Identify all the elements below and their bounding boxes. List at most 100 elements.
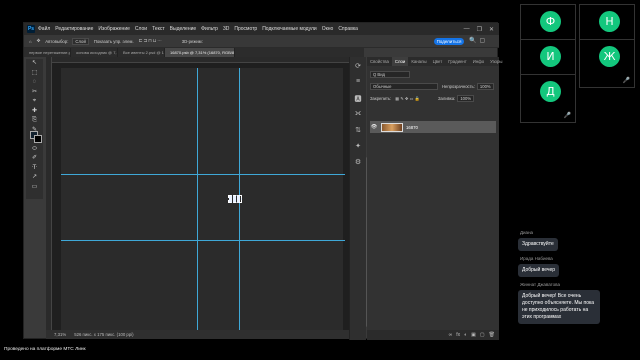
lock-label: Закрепить: — [370, 96, 392, 101]
layer-row[interactable]: 👁 16870 — [370, 121, 496, 133]
paragraph-icon[interactable]: ⟗ — [350, 110, 366, 121]
stamp-tool-icon[interactable]: ⎘ — [26, 116, 43, 126]
quickmask-icon[interactable]: ··· — [26, 163, 43, 173]
tab-info[interactable]: Инфо — [470, 57, 487, 66]
marquee-tool-icon[interactable]: ⬚ — [26, 69, 43, 79]
layer-select-dropdown[interactable]: Слой — [72, 37, 89, 45]
status-bar: 7,31% 526 пикс. x 175 пикс. (100 ppi) — [46, 330, 364, 339]
guide-horizontal[interactable] — [61, 240, 345, 241]
menu-layers[interactable]: Слои — [135, 26, 147, 32]
tab-color[interactable]: Цвет — [430, 57, 446, 66]
menu-filter[interactable]: Фильтр — [201, 26, 218, 32]
eye-icon[interactable]: 👁 — [370, 124, 378, 130]
new-layer-icon[interactable]: ▢ — [480, 332, 485, 338]
menu-edit[interactable]: Редактирование — [55, 26, 93, 32]
group-icon[interactable]: ▣ — [471, 332, 476, 338]
lock-icons[interactable]: ▦ ✎ ✥ ▭ 🔒 — [395, 96, 420, 102]
background-color-swatch[interactable] — [34, 135, 42, 143]
menu-plugins[interactable]: Подключаемые модули — [262, 26, 316, 32]
layer-filter-row: Q Вид — [367, 70, 499, 79]
document-canvas[interactable] — [61, 68, 343, 330]
layer-thumbnail — [381, 122, 403, 132]
autoselect-label[interactable]: Автовыбор: — [45, 39, 68, 44]
tab-patterns[interactable]: Узоры — [487, 57, 505, 66]
menu-view[interactable]: Просмотр — [234, 26, 257, 32]
path-select-tool-icon[interactable]: ↗ — [26, 173, 43, 183]
ruler-top[interactable] — [46, 57, 364, 63]
link-icon[interactable]: ∞ — [449, 332, 453, 338]
guide-horizontal[interactable] — [61, 174, 345, 175]
mic-muted-icon: 🎤 — [563, 113, 571, 119]
selected-layer-content[interactable] — [228, 195, 242, 203]
menu-help[interactable]: Справка — [338, 26, 358, 32]
menu-window[interactable]: Окно — [322, 26, 334, 32]
chat-message: Добрый вечер! Все очень доступно объясня… — [518, 290, 600, 324]
options-bar: ⌂ ✥ Автовыбор: Слой Показать упр. элем. … — [24, 35, 499, 48]
participant-tile[interactable]: Д 🎤 — [520, 74, 576, 123]
avatar: И — [540, 46, 561, 67]
zoom-level[interactable]: 7,31% — [54, 332, 66, 337]
tab-gradient[interactable]: Градиент — [445, 57, 470, 66]
adjustment-icon[interactable]: ◐ — [464, 332, 467, 338]
blend-row: Обычные Непрозрачность: 100% — [367, 82, 499, 91]
options-icons[interactable]: 🔍▢ — [469, 37, 488, 44]
close-button[interactable]: ✕ — [489, 26, 494, 33]
healing-tool-icon[interactable]: ✚ — [26, 107, 43, 117]
crop-tool-icon[interactable]: ✂ — [26, 88, 43, 98]
avatar: Н — [599, 11, 620, 32]
menu-text[interactable]: Текст — [152, 26, 165, 32]
doc-tab[interactable]: первое перетяжение.psd ✕ — [24, 48, 71, 57]
blend-mode-dropdown[interactable]: Обычные — [370, 83, 438, 90]
photoshop-window: Ps Файл Редактирование Изображение Слои … — [23, 22, 502, 340]
home-icon[interactable]: ⌂ — [29, 39, 32, 44]
chat-message: Здравствуйте — [518, 238, 558, 251]
menu-file[interactable]: Файл — [38, 26, 50, 32]
layers-bottom-bar: ∞ fx ◐ ▣ ▢ 🗑 — [367, 330, 499, 340]
align-icons[interactable]: ⊏ ⊐ ⊓ ⊔ ··· — [139, 38, 162, 44]
doc-tab[interactable]: основа исходник @ 7,... — [71, 48, 118, 57]
menu-3d[interactable]: 3D — [223, 26, 229, 32]
adjust-icon[interactable]: ⇅ — [350, 126, 366, 137]
tools-settings-icon[interactable]: ⚙ — [350, 158, 366, 169]
share-button[interactable]: Поделиться — [434, 38, 464, 45]
mode-3d-label: 3D-режим: — [181, 38, 203, 44]
tab-properties[interactable]: Свойства — [367, 57, 392, 66]
avatar: Ф — [540, 11, 561, 32]
minimize-button[interactable]: — — [464, 26, 470, 33]
layer-filter-dropdown[interactable]: Q Вид — [370, 71, 410, 78]
history-icon[interactable]: ⟳ — [350, 62, 366, 73]
chat-message: Добрый вечер — [518, 264, 560, 277]
fx-icon[interactable]: fx — [456, 332, 460, 338]
properties-icon[interactable]: ≡ — [350, 78, 366, 89]
menu-bar: Ps Файл Редактирование Изображение Слои … — [24, 23, 499, 35]
chat-panel: Диана Здравствуйте Ирада Набиева Добрый … — [518, 225, 638, 324]
move-tool-icon[interactable]: ↖ — [26, 59, 43, 69]
show-controls-checkbox[interactable]: Показать упр. элем. — [94, 39, 134, 44]
platform-note: Проведено на платформе МТС Линк — [4, 347, 86, 352]
fill-input[interactable]: 100% — [457, 95, 475, 102]
move-tool-icon: ✥ — [36, 38, 41, 43]
document-tabs: первое перетяжение.psd ✕ основа исходник… — [24, 48, 364, 57]
trash-icon[interactable]: 🗑 — [489, 332, 495, 338]
tab-layers[interactable]: Слои — [391, 57, 409, 66]
participant-tile[interactable]: Ж 🎤 — [579, 39, 635, 88]
guide-vertical[interactable] — [197, 68, 198, 330]
character-icon[interactable]: 🅰 — [350, 94, 366, 105]
tools-panel: ↖ ⬚ ◌ ✂ ⌖ ✚ ⎘ ✎ ◐ ⬭ ✐ T ↗ ▭ — [26, 59, 43, 199]
shape-tool-icon[interactable]: ▭ — [26, 183, 43, 193]
tab-channels[interactable]: Каналы — [408, 57, 429, 66]
layers-panel: Свойства Слои Каналы Цвет Градиент Инфо … — [367, 57, 502, 340]
layer-name[interactable]: 16870 — [406, 125, 418, 130]
menu-image[interactable]: Изображение — [98, 26, 130, 32]
panel-icon-strip: ⟳ ≡ 🅰 ⟗ ⇅ ✦ ⚙ — [349, 57, 366, 340]
opacity-input[interactable]: 100% — [476, 83, 494, 90]
doc-tab-active[interactable]: 16870.psb @ 7,31% (16870, RGB/8) — [165, 48, 235, 57]
eraser-tool-icon[interactable]: ⬭ — [26, 145, 43, 155]
ruler-left[interactable] — [46, 57, 52, 330]
lasso-tool-icon[interactable]: ◌ — [26, 78, 43, 88]
doc-tab[interactable]: Все ивенты 2.psd @ 16,... — [118, 48, 165, 57]
menu-select[interactable]: Выделение — [170, 26, 197, 32]
eyedropper-tool-icon[interactable]: ⌖ — [26, 97, 43, 107]
maximize-button[interactable]: ❐ — [477, 26, 482, 33]
brushes-icon[interactable]: ✦ — [350, 142, 366, 153]
